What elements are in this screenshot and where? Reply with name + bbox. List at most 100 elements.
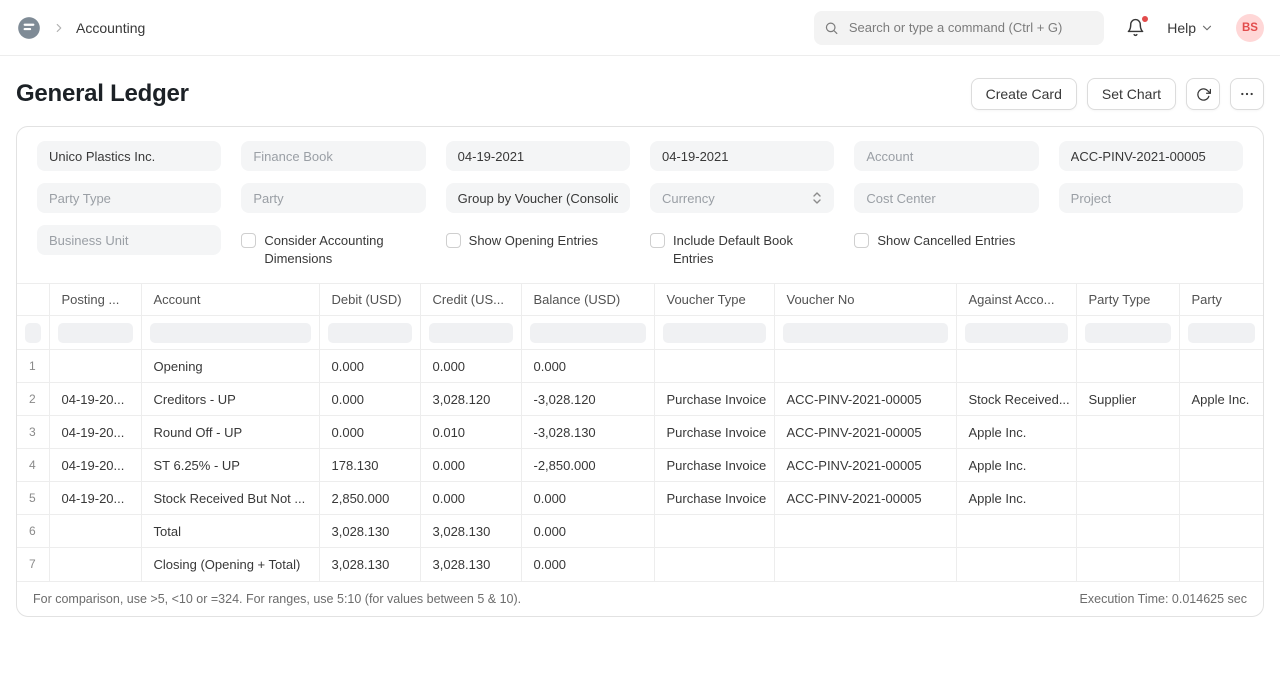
cell-account[interactable]: Round Off - UP bbox=[141, 415, 320, 450]
show-opening-entries-checkbox[interactable]: Show Opening Entries bbox=[445, 225, 630, 267]
checkbox-icon[interactable] bbox=[241, 233, 257, 248]
cell-posting-date[interactable]: 04-19-20... bbox=[49, 382, 142, 417]
col-party-type[interactable]: Party Type bbox=[1076, 283, 1180, 317]
cell-balance[interactable]: -2,850.000 bbox=[521, 448, 655, 483]
cell-party-type[interactable] bbox=[1076, 514, 1180, 549]
show-cancelled-entries-checkbox[interactable]: Show Cancelled Entries bbox=[854, 225, 1038, 267]
cell-against-account[interactable]: Apple Inc. bbox=[956, 481, 1077, 516]
column-filter-input[interactable] bbox=[25, 322, 41, 343]
cell-credit[interactable]: 3,028.120 bbox=[420, 382, 522, 417]
cell-voucher-no[interactable]: ACC-PINV-2021-00005 bbox=[774, 415, 957, 450]
cell-credit[interactable]: 3,028.130 bbox=[420, 514, 522, 549]
col-voucher-no[interactable]: Voucher No bbox=[774, 283, 957, 317]
cell-balance[interactable]: -3,028.120 bbox=[521, 382, 655, 417]
column-filter-input[interactable] bbox=[1084, 322, 1171, 343]
cell-voucher-no[interactable] bbox=[774, 514, 957, 549]
column-filter-input[interactable] bbox=[1187, 322, 1255, 343]
cell-voucher-no[interactable]: ACC-PINV-2021-00005 bbox=[774, 382, 957, 417]
project-filter[interactable] bbox=[1058, 183, 1243, 213]
cell-against-account[interactable] bbox=[956, 547, 1077, 581]
col-against-account[interactable]: Against Acco... bbox=[956, 283, 1077, 317]
cell-voucher-no[interactable] bbox=[774, 349, 957, 384]
column-filter-input[interactable] bbox=[662, 322, 766, 343]
cell-posting-date[interactable] bbox=[49, 547, 142, 581]
cell-voucher-type[interactable]: Purchase Invoice bbox=[654, 448, 775, 483]
breadcrumb-accounting[interactable]: Accounting bbox=[76, 20, 145, 36]
cell-balance[interactable]: 0.000 bbox=[521, 481, 655, 516]
cell-account[interactable]: Total bbox=[141, 514, 320, 549]
cell-balance[interactable]: 0.000 bbox=[521, 547, 655, 581]
cell-debit[interactable]: 3,028.130 bbox=[319, 514, 421, 549]
cell-party[interactable] bbox=[1179, 481, 1263, 516]
cell-account[interactable]: Stock Received But Not ... bbox=[141, 481, 320, 516]
cell-against-account[interactable]: Apple Inc. bbox=[956, 415, 1077, 450]
cell-debit[interactable]: 0.000 bbox=[319, 382, 421, 417]
checkbox-icon[interactable] bbox=[854, 233, 870, 248]
column-filter-input[interactable] bbox=[782, 322, 948, 343]
cell-account[interactable]: Opening bbox=[141, 349, 320, 384]
app-logo[interactable] bbox=[16, 15, 42, 41]
checkbox-icon[interactable] bbox=[649, 233, 665, 248]
col-voucher-type[interactable]: Voucher Type bbox=[654, 283, 775, 317]
cell-voucher-no[interactable] bbox=[774, 547, 957, 581]
cell-voucher-type[interactable]: Purchase Invoice bbox=[654, 382, 775, 417]
cell-debit[interactable]: 0.000 bbox=[319, 415, 421, 450]
cell-party[interactable] bbox=[1179, 514, 1263, 549]
cell-party[interactable] bbox=[1179, 548, 1263, 581]
column-filter-input[interactable] bbox=[57, 322, 133, 343]
search-input[interactable] bbox=[846, 19, 1095, 36]
cell-debit[interactable]: 178.130 bbox=[319, 448, 421, 483]
cell-party-type[interactable] bbox=[1076, 415, 1180, 450]
cell-voucher-no[interactable]: ACC-PINV-2021-00005 bbox=[774, 448, 957, 483]
cell-voucher-no[interactable]: ACC-PINV-2021-00005 bbox=[774, 481, 957, 516]
currency-select[interactable]: Currency bbox=[649, 183, 835, 213]
menu-button[interactable] bbox=[1230, 78, 1264, 110]
cell-credit[interactable]: 0.000 bbox=[420, 349, 522, 384]
from-date-filter[interactable] bbox=[445, 141, 630, 171]
cell-posting-date[interactable] bbox=[49, 514, 142, 549]
set-chart-button[interactable]: Set Chart bbox=[1086, 78, 1176, 110]
cell-against-account[interactable]: Apple Inc. bbox=[956, 448, 1077, 483]
col-party[interactable]: Party bbox=[1179, 283, 1263, 317]
cell-credit[interactable]: 3,028.130 bbox=[420, 547, 522, 581]
voucher-no-filter[interactable] bbox=[1058, 141, 1243, 171]
cell-party-type[interactable]: Supplier bbox=[1076, 382, 1180, 417]
party-filter[interactable] bbox=[241, 183, 426, 213]
cell-account[interactable]: Creditors - UP bbox=[141, 382, 320, 417]
cell-party-type[interactable] bbox=[1076, 481, 1180, 516]
group-by-select[interactable]: Group by Voucher (Consolidated) bbox=[445, 183, 630, 213]
cell-party[interactable] bbox=[1179, 415, 1263, 450]
column-filter-input[interactable] bbox=[529, 322, 646, 343]
col-balance[interactable]: Balance (USD) bbox=[521, 283, 655, 317]
cost-center-filter[interactable] bbox=[854, 183, 1039, 213]
cell-against-account[interactable] bbox=[956, 349, 1077, 384]
cell-voucher-type[interactable]: Purchase Invoice bbox=[654, 481, 775, 516]
party-type-filter[interactable] bbox=[37, 183, 222, 213]
cell-party[interactable] bbox=[1179, 349, 1263, 384]
cell-balance[interactable]: 0.000 bbox=[521, 349, 655, 384]
cell-voucher-type[interactable]: Purchase Invoice bbox=[654, 415, 775, 450]
cell-posting-date[interactable] bbox=[49, 349, 142, 384]
cell-against-account[interactable]: Stock Received... bbox=[956, 382, 1077, 417]
col-debit[interactable]: Debit (USD) bbox=[319, 283, 421, 317]
cell-voucher-type[interactable] bbox=[654, 547, 775, 581]
cell-party-type[interactable] bbox=[1076, 448, 1180, 483]
cell-party-type[interactable] bbox=[1076, 547, 1180, 581]
notifications-button[interactable] bbox=[1126, 15, 1150, 37]
global-search[interactable] bbox=[814, 10, 1105, 45]
finance-book-filter[interactable] bbox=[241, 141, 426, 171]
cell-account[interactable]: Closing (Opening + Total) bbox=[141, 547, 320, 581]
cell-against-account[interactable] bbox=[956, 514, 1077, 549]
include-default-book-entries-checkbox[interactable]: Include Default Book Entries bbox=[649, 225, 834, 267]
cell-posting-date[interactable]: 04-19-20... bbox=[49, 448, 142, 483]
account-filter[interactable] bbox=[854, 141, 1039, 171]
column-filter-input[interactable] bbox=[327, 322, 412, 343]
col-posting-date[interactable]: Posting ... bbox=[49, 283, 142, 317]
cell-debit[interactable]: 3,028.130 bbox=[319, 547, 421, 581]
cell-voucher-type[interactable] bbox=[654, 514, 775, 549]
cell-posting-date[interactable]: 04-19-20... bbox=[49, 481, 142, 516]
create-card-button[interactable]: Create Card bbox=[970, 78, 1077, 110]
cell-party[interactable] bbox=[1179, 448, 1263, 483]
business-unit-filter[interactable] bbox=[37, 225, 222, 255]
column-filter-input[interactable] bbox=[964, 322, 1068, 343]
